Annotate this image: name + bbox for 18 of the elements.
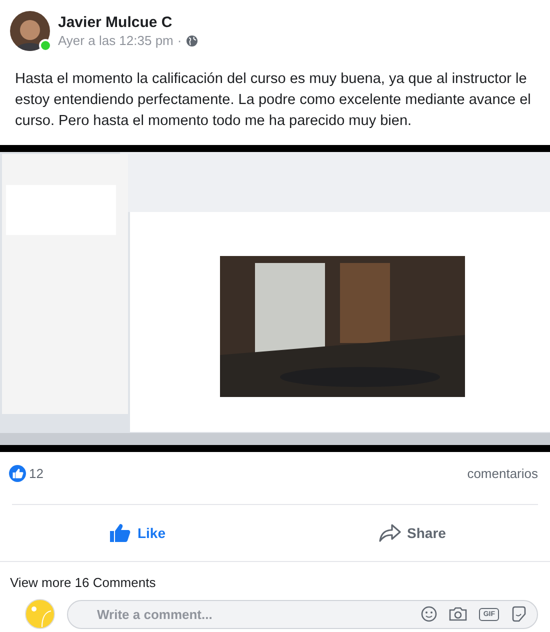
like-button[interactable]: Like <box>101 519 174 547</box>
author-name[interactable]: Javier Mulcue C <box>58 14 198 31</box>
post-text: Hasta el momento la calificación del curso es muy buena, ya que al instructor le estoy entendiendo perfectamente. La podre como excelente mediante avance el curso. Pero hasta el momento todo me ha parecido muy bien. <box>14 70 532 131</box>
avatar-icon[interactable] <box>10 11 50 51</box>
view-more-comments-link[interactable]: View more 16 Comments <box>0 562 550 599</box>
avatar-icon <box>25 599 55 629</box>
globe-icon <box>186 34 198 46</box>
thumbs-up-icon <box>109 523 132 543</box>
comments-link[interactable]: comentarios <box>467 466 538 480</box>
separator: · <box>177 33 182 48</box>
post-time[interactable]: Ayer a las 12:35 pm <box>58 33 174 48</box>
share-button[interactable]: Share <box>371 519 454 547</box>
emoji-icon[interactable] <box>421 606 438 622</box>
sticker-icon[interactable] <box>511 606 527 622</box>
share-arrow-icon <box>379 523 402 543</box>
like-count[interactable]: 12 <box>29 466 44 480</box>
camera-icon[interactable] <box>449 606 468 622</box>
like-reaction-icon[interactable] <box>9 464 26 482</box>
